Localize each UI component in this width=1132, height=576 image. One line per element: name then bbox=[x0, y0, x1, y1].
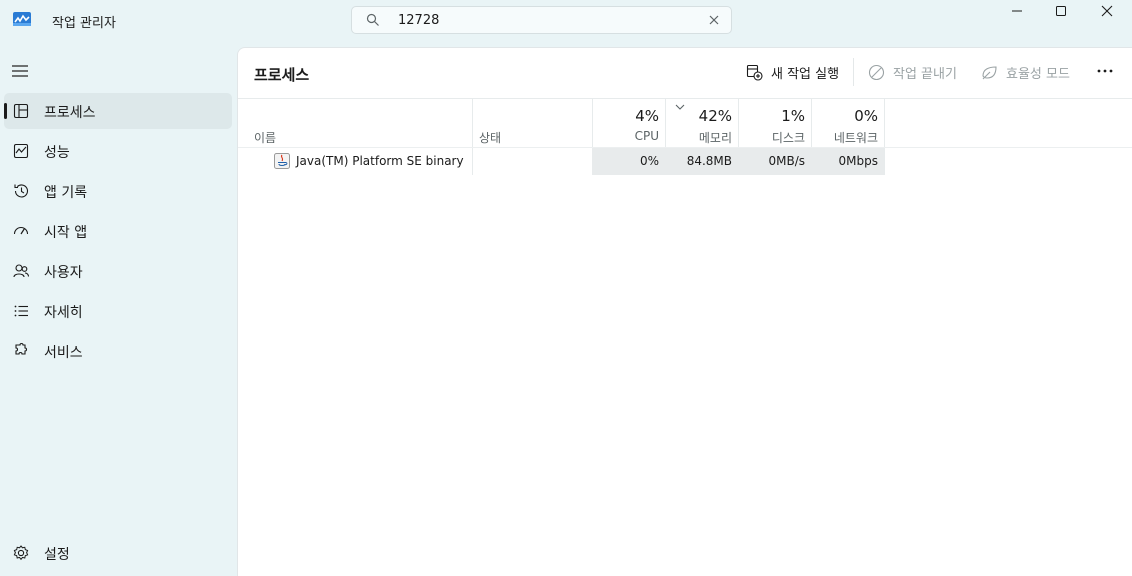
close-icon bbox=[1101, 5, 1113, 17]
performance-icon bbox=[13, 143, 29, 159]
sidebar-item-label: 사용자 bbox=[44, 265, 83, 281]
sidebar-item-startup-apps[interactable]: 시작 앱 bbox=[4, 213, 232, 249]
command-separator bbox=[853, 58, 854, 86]
details-icon bbox=[14, 305, 28, 317]
end-task-icon bbox=[868, 64, 885, 80]
task-manager-app-icon bbox=[13, 12, 31, 26]
sidebar-item-label: 서비스 bbox=[44, 345, 83, 361]
search-input[interactable] bbox=[398, 10, 688, 30]
column-header-network[interactable]: 0% 네트워크 bbox=[811, 99, 884, 147]
minimize-button[interactable] bbox=[994, 0, 1040, 22]
title-bar: 작업 관리자 bbox=[0, 0, 1132, 44]
column-label-disk: 디스크 bbox=[771, 131, 805, 145]
column-header-memory[interactable]: 42% 메모리 bbox=[665, 99, 738, 147]
clear-search-icon[interactable] bbox=[707, 13, 721, 27]
more-options-icon[interactable] bbox=[1096, 66, 1114, 76]
sidebar: 프로세스 성능 앱 기록 시작 앱 사용자 자세히 서비스 설정 bbox=[0, 52, 237, 576]
new-task-icon bbox=[746, 64, 763, 81]
services-icon bbox=[15, 343, 27, 355]
app-title: 작업 관리자 bbox=[52, 16, 116, 31]
new-task-button[interactable]: 새 작업 실행 bbox=[746, 62, 839, 82]
column-label-name: 이름 bbox=[254, 131, 277, 145]
sidebar-item-label: 앱 기록 bbox=[44, 185, 88, 201]
sidebar-item-services[interactable]: 서비스 bbox=[4, 333, 232, 369]
column-label-status: 상태 bbox=[479, 131, 502, 145]
network-value: 0Mbps bbox=[838, 154, 878, 168]
search-icon bbox=[366, 13, 379, 26]
status-cell bbox=[472, 148, 592, 175]
process-name: Java(TM) Platform SE binary bbox=[296, 154, 464, 168]
active-indicator bbox=[4, 103, 7, 119]
sidebar-item-label: 자세히 bbox=[44, 305, 83, 321]
task-manager-window: 작업 관리자 12728 프로세스 성능 앱 기록 시작 앱 사용자 자세히 서… bbox=[0, 0, 1132, 576]
users-icon bbox=[13, 264, 30, 278]
sidebar-item-details[interactable]: 자세히 bbox=[4, 293, 232, 329]
sidebar-item-label: 성능 bbox=[44, 145, 70, 161]
column-header-status[interactable]: 상태 bbox=[472, 99, 592, 147]
startup-apps-icon bbox=[13, 226, 29, 235]
sidebar-item-label: 프로세스 bbox=[44, 105, 96, 121]
column-separator bbox=[592, 99, 593, 147]
close-button[interactable] bbox=[1084, 0, 1130, 22]
column-label-network: 네트워크 bbox=[833, 131, 878, 145]
sort-descending-icon bbox=[675, 104, 685, 110]
efficiency-mode-label: 효율성 모드 bbox=[1006, 66, 1070, 82]
maximize-icon bbox=[1056, 6, 1066, 16]
page-title: 프로세스 bbox=[254, 66, 310, 84]
search-box[interactable] bbox=[351, 6, 732, 34]
sidebar-item-app-history[interactable]: 앱 기록 bbox=[4, 173, 232, 209]
disk-value: 0MB/s bbox=[768, 154, 805, 168]
sidebar-item-processes[interactable]: 프로세스 bbox=[4, 93, 232, 129]
settings-icon bbox=[13, 545, 29, 561]
cpu-value: 0% bbox=[639, 154, 659, 168]
main-panel: 프로세스 새 작업 실행 작업 끝내기 효율성 모드 이름 상태 4% CPU … bbox=[237, 47, 1132, 576]
leaf-icon bbox=[982, 65, 997, 79]
sidebar-item-users[interactable]: 사용자 bbox=[4, 253, 232, 289]
app-history-icon bbox=[14, 184, 29, 198]
sidebar-item-performance[interactable]: 성능 bbox=[4, 133, 232, 169]
end-task-label: 작업 끝내기 bbox=[893, 66, 957, 82]
sidebar-item-label: 시작 앱 bbox=[44, 225, 88, 241]
column-label-memory: 메모리 bbox=[698, 131, 732, 145]
cpu-total-percent: 4% bbox=[635, 107, 659, 125]
end-task-button[interactable]: 작업 끝내기 bbox=[868, 62, 957, 82]
column-header-disk[interactable]: 1% 디스크 bbox=[738, 99, 811, 147]
sidebar-item-settings[interactable]: 설정 bbox=[4, 535, 232, 571]
disk-total-percent: 1% bbox=[781, 107, 805, 125]
disk-cell: 0MB/s bbox=[738, 148, 811, 175]
memory-value: 84.8MB bbox=[686, 154, 732, 168]
processes-icon bbox=[13, 103, 29, 119]
sidebar-item-label: 설정 bbox=[44, 547, 70, 563]
memory-total-percent: 42% bbox=[698, 107, 732, 125]
column-header-cpu[interactable]: 4% CPU bbox=[592, 99, 665, 147]
column-label-cpu: CPU bbox=[634, 129, 659, 143]
cpu-cell: 0% bbox=[592, 148, 665, 175]
maximize-button[interactable] bbox=[1038, 0, 1084, 22]
network-total-percent: 0% bbox=[854, 107, 878, 125]
network-cell: 0Mbps bbox=[811, 148, 884, 175]
memory-cell: 84.8MB bbox=[665, 148, 738, 175]
efficiency-mode-button[interactable]: 효율성 모드 bbox=[981, 62, 1070, 82]
java-icon bbox=[274, 153, 290, 169]
new-task-label: 새 작업 실행 bbox=[771, 66, 840, 82]
column-header-name[interactable]: 이름 bbox=[238, 99, 472, 147]
hamburger-menu-icon[interactable] bbox=[11, 63, 29, 79]
table-row[interactable]: Java(TM) Platform SE binary 0% 84.8MB 0M… bbox=[238, 148, 1132, 175]
minimize-icon bbox=[1012, 10, 1022, 12]
